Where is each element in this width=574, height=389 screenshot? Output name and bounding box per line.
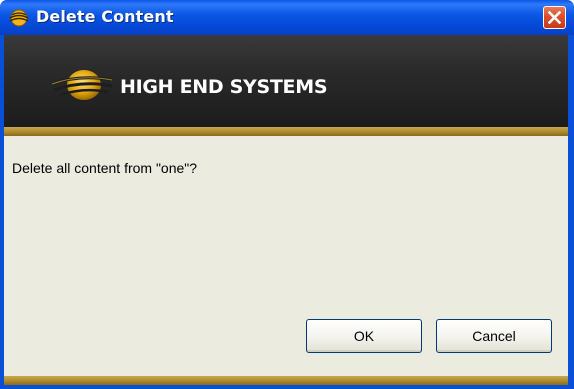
dialog-message: Delete all content from "one"?: [12, 160, 198, 176]
dialog-client-area: HIGH END SYSTEMS Delete all content from…: [4, 35, 568, 385]
banner-divider: [4, 127, 568, 136]
ok-button[interactable]: OK: [306, 319, 422, 353]
title-bar[interactable]: Delete Content: [0, 0, 574, 35]
window-title: Delete Content: [36, 7, 174, 26]
brand-banner: HIGH END SYSTEMS: [4, 35, 568, 127]
globe-logo-icon: [9, 8, 29, 28]
close-icon: [548, 11, 561, 24]
cancel-button[interactable]: Cancel: [436, 319, 552, 353]
globe-logo-icon: [50, 68, 114, 107]
close-button[interactable]: [543, 6, 566, 29]
dialog-window: Delete Content HIGH END SYSTEMS Delete a…: [0, 0, 574, 389]
footer-divider: [4, 376, 568, 385]
brand-logo-text: HIGH END SYSTEMS: [120, 76, 328, 98]
